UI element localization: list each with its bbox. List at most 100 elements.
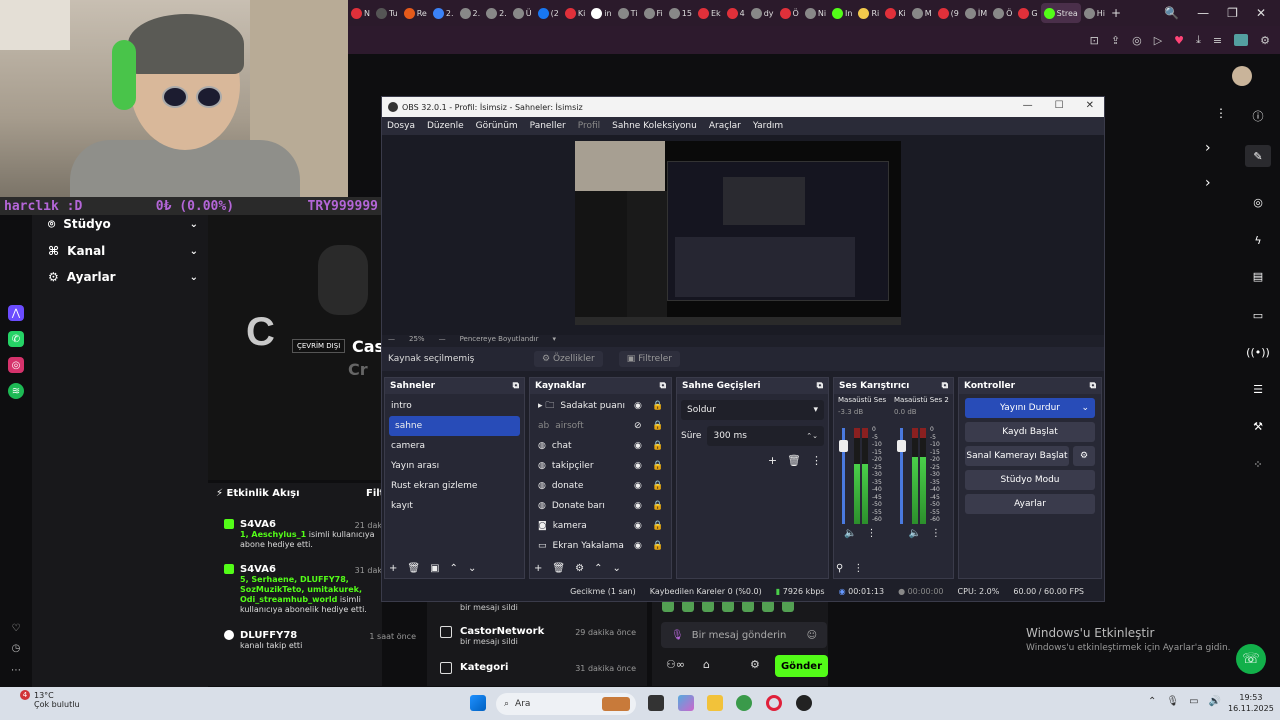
browser-tab[interactable]: in <box>588 3 614 23</box>
nav-settings[interactable]: ⚙ Ayarlar ⌄ <box>48 265 198 289</box>
screenshot-icon[interactable]: ⊡ <box>1090 34 1099 47</box>
send-button[interactable]: Gönder <box>775 655 828 677</box>
properties-button[interactable]: ⚙ Özellikler <box>534 351 603 367</box>
target-icon[interactable]: ◎ <box>1250 194 1266 210</box>
obs-menu-item[interactable]: Sahne Koleksiyonu <box>612 121 697 131</box>
history-icon[interactable]: ◷ <box>8 640 24 656</box>
kebab-icon[interactable]: ⋮ <box>811 454 822 467</box>
browser-tab[interactable]: Ek <box>695 3 724 23</box>
gear-icon[interactable]: ⚙ <box>750 658 760 671</box>
store-icon[interactable]: ⌂ <box>703 658 710 671</box>
browser-tab[interactable]: Ri <box>855 3 882 23</box>
browser-tab[interactable]: 4 <box>724 3 748 23</box>
dock-float-icon[interactable]: ⧉ <box>817 381 823 391</box>
emoji-icon[interactable]: ☺ <box>807 630 817 641</box>
volume-slider-handle[interactable] <box>897 440 906 452</box>
monitor-icon[interactable]: ▭ <box>1189 696 1198 707</box>
minimize-icon[interactable]: — <box>1197 6 1209 20</box>
note-icon[interactable]: ▤ <box>1250 268 1266 284</box>
spinner-icon[interactable]: ⌃⌄ <box>806 432 818 440</box>
browser-tab[interactable]: 2. <box>430 3 457 23</box>
mic-icon[interactable]: 🎙 <box>671 630 684 641</box>
nav-studio[interactable]: ⌾ Stüdyo ⌄ <box>48 212 198 236</box>
shield-icon[interactable]: ◎ <box>1132 34 1142 47</box>
down-icon[interactable]: ⌄ <box>612 563 620 574</box>
obs-menu-item[interactable]: Görünüm <box>476 121 518 131</box>
eye-icon[interactable]: ◉ <box>634 481 642 491</box>
heart-icon[interactable]: ♡ <box>8 620 24 636</box>
file-explorer-icon[interactable] <box>707 695 723 711</box>
add-icon[interactable]: + <box>534 563 542 574</box>
browser-tab[interactable]: Ü <box>510 3 535 23</box>
opera-icon[interactable] <box>766 695 782 711</box>
volume-slider[interactable] <box>839 428 848 524</box>
source-item[interactable]: ◙ kamera ◉ 🔒 <box>530 516 671 536</box>
stop-stream-button[interactable]: Yayını Durdur ⌄ <box>965 398 1095 418</box>
browser-tab[interactable]: 15 <box>666 3 695 23</box>
settings-icon[interactable]: ⚙ <box>1260 34 1270 47</box>
volume-slider[interactable] <box>897 428 906 524</box>
weather-widget[interactable]: 13°C Çok bulutlu <box>34 691 80 709</box>
dock-float-icon[interactable]: ⧉ <box>1090 381 1096 391</box>
taskbar-search[interactable]: ⌕ Ara <box>496 693 636 715</box>
obs-menu-item[interactable]: Profil <box>578 121 600 131</box>
scene-item[interactable]: Rust ekran gizleme <box>385 476 524 496</box>
add-icon[interactable]: + <box>389 563 397 574</box>
lock-icon[interactable]: 🔒 <box>652 481 663 491</box>
link-icon[interactable]: ⚲ <box>836 563 843 574</box>
eye-off-icon[interactable]: ⊘ <box>634 421 642 431</box>
obs-menu-item[interactable]: Dosya <box>387 121 415 131</box>
source-item[interactable]: ◍ Donate barı ◉ 🔒 <box>530 496 671 516</box>
menu-icon[interactable]: ≡ <box>1213 34 1222 47</box>
lock-icon[interactable]: 🔒 <box>652 401 663 411</box>
share-icon[interactable]: ⇪ <box>1111 34 1120 47</box>
copilot-icon[interactable] <box>678 695 694 711</box>
browser-tab[interactable]: Re <box>401 3 430 23</box>
lock-icon[interactable]: 🔒 <box>652 541 663 551</box>
pencil-icon[interactable]: ✎ <box>1245 145 1271 167</box>
dock-float-icon[interactable]: ⧉ <box>942 381 948 391</box>
windows-start-icon[interactable] <box>470 695 486 711</box>
filters-button[interactable]: ▣ Filtreler <box>618 351 680 367</box>
support-icon[interactable]: ☏ <box>1236 644 1266 674</box>
add-icon[interactable]: + <box>768 454 777 467</box>
instagram-icon[interactable]: ◎ <box>8 357 24 373</box>
lock-icon[interactable]: 🔒 <box>652 461 663 471</box>
task-view-icon[interactable] <box>648 695 664 711</box>
close-icon[interactable]: ✕ <box>1256 6 1266 20</box>
new-tab-button[interactable]: + <box>1108 3 1124 23</box>
browser-tab[interactable]: N <box>348 3 373 23</box>
volume-slider-handle[interactable] <box>839 440 848 452</box>
kebab-icon[interactable]: ⋮ <box>866 528 876 539</box>
duration-input[interactable]: 300 ms ⌃⌄ <box>707 426 824 446</box>
browser-tab[interactable]: Ö <box>777 3 802 23</box>
download-icon[interactable]: ⤓ <box>1196 33 1201 47</box>
eye-icon[interactable]: ◉ <box>634 541 642 551</box>
minimize-icon[interactable]: — <box>1023 100 1033 111</box>
browser-tab[interactable]: In <box>829 3 855 23</box>
spotify-icon[interactable]: ≋ <box>8 383 24 399</box>
up-icon[interactable]: ⌃ <box>450 563 458 574</box>
lock-icon[interactable]: 🔒 <box>652 521 663 531</box>
browser-tab[interactable]: Ki <box>562 3 588 23</box>
chevron-down-icon[interactable]: ▾ <box>552 335 556 343</box>
trash-icon[interactable]: 🗑 <box>787 454 801 467</box>
profile-avatar[interactable] <box>1232 66 1252 86</box>
down-icon[interactable]: ⌄ <box>468 563 476 574</box>
browser-tab[interactable]: İM <box>962 3 990 23</box>
eye-icon[interactable]: ◉ <box>634 401 642 411</box>
browser-tab[interactable]: (9 <box>935 3 962 23</box>
play-icon[interactable]: ▷ <box>1154 34 1162 47</box>
chevron-right-icon[interactable]: › <box>1205 175 1211 191</box>
whatsapp-icon[interactable]: ✆ <box>8 331 24 347</box>
bolt-icon[interactable]: ϟ <box>1250 232 1266 248</box>
gear-icon[interactable]: ⚙ <box>575 563 584 574</box>
nav-channel[interactable]: ⌘ Kanal ⌄ <box>48 239 198 263</box>
start-recording-button[interactable]: Kaydı Başlat <box>965 422 1095 442</box>
obs-menu-item[interactable]: Paneller <box>530 121 566 131</box>
source-item[interactable]: ◍ donate ◉ 🔒 <box>530 476 671 496</box>
source-item[interactable]: ◍ takipçiler ◉ 🔒 <box>530 456 671 476</box>
source-item[interactable]: ▭ Ekran Yakalama ◉ 🔒 <box>530 536 671 556</box>
users-icon[interactable]: ⚇∞ <box>666 658 685 671</box>
obs-menu-item[interactable]: Düzenle <box>427 121 464 131</box>
